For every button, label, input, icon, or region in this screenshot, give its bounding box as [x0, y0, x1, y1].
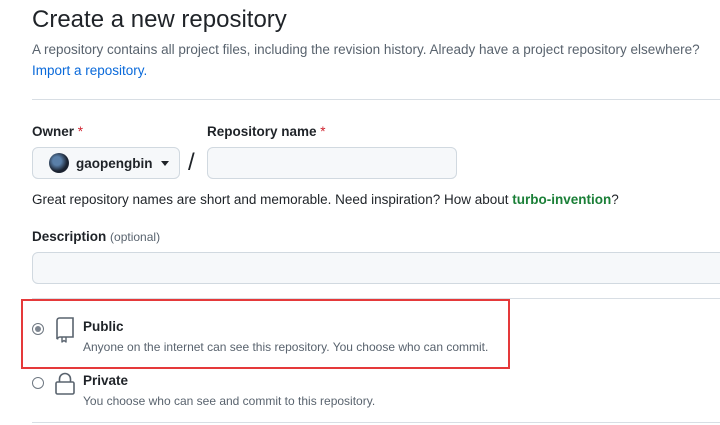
- visibility-option-private[interactable]: Private You choose who can see and commi…: [32, 370, 502, 410]
- avatar: [49, 153, 69, 173]
- optional-tag: (optional): [110, 230, 161, 244]
- divider: [32, 99, 720, 100]
- name-hint-text: Great repository names are short and mem…: [32, 192, 513, 207]
- owner-required-mark: *: [77, 124, 84, 139]
- private-radio[interactable]: [32, 377, 44, 389]
- private-description: You choose who can see and commit to thi…: [83, 394, 376, 408]
- private-title: Private: [83, 373, 129, 388]
- page-title: Create a new repository: [32, 6, 287, 33]
- owner-dropdown-button[interactable]: gaopengbin: [32, 147, 180, 179]
- owner-label: Owner *: [32, 124, 83, 139]
- repository-name-input[interactable]: [207, 147, 457, 179]
- description-label-text: Description: [32, 229, 107, 244]
- repo-name-label-text: Repository name: [207, 124, 317, 139]
- intro-text: A repository contains all project files,…: [32, 42, 700, 57]
- owner-repo-separator: /: [188, 149, 195, 176]
- name-hint-suffix: ?: [611, 192, 619, 207]
- lock-icon: [54, 372, 76, 401]
- owner-label-text: Owner: [32, 124, 75, 139]
- description-input[interactable]: [32, 252, 720, 284]
- chevron-down-icon: [160, 160, 169, 166]
- import-repository-link[interactable]: Import a repository.: [32, 63, 147, 78]
- owner-name: gaopengbin: [76, 155, 153, 171]
- divider: [32, 422, 720, 423]
- name-hint: Great repository names are short and mem…: [32, 192, 619, 207]
- description-label: Description (optional): [32, 229, 160, 244]
- repo-name-label: Repository name *: [207, 124, 326, 139]
- name-suggestion-link[interactable]: turbo-invention: [512, 192, 611, 207]
- repo-name-required-mark: *: [320, 124, 326, 139]
- highlight-box: [21, 299, 510, 369]
